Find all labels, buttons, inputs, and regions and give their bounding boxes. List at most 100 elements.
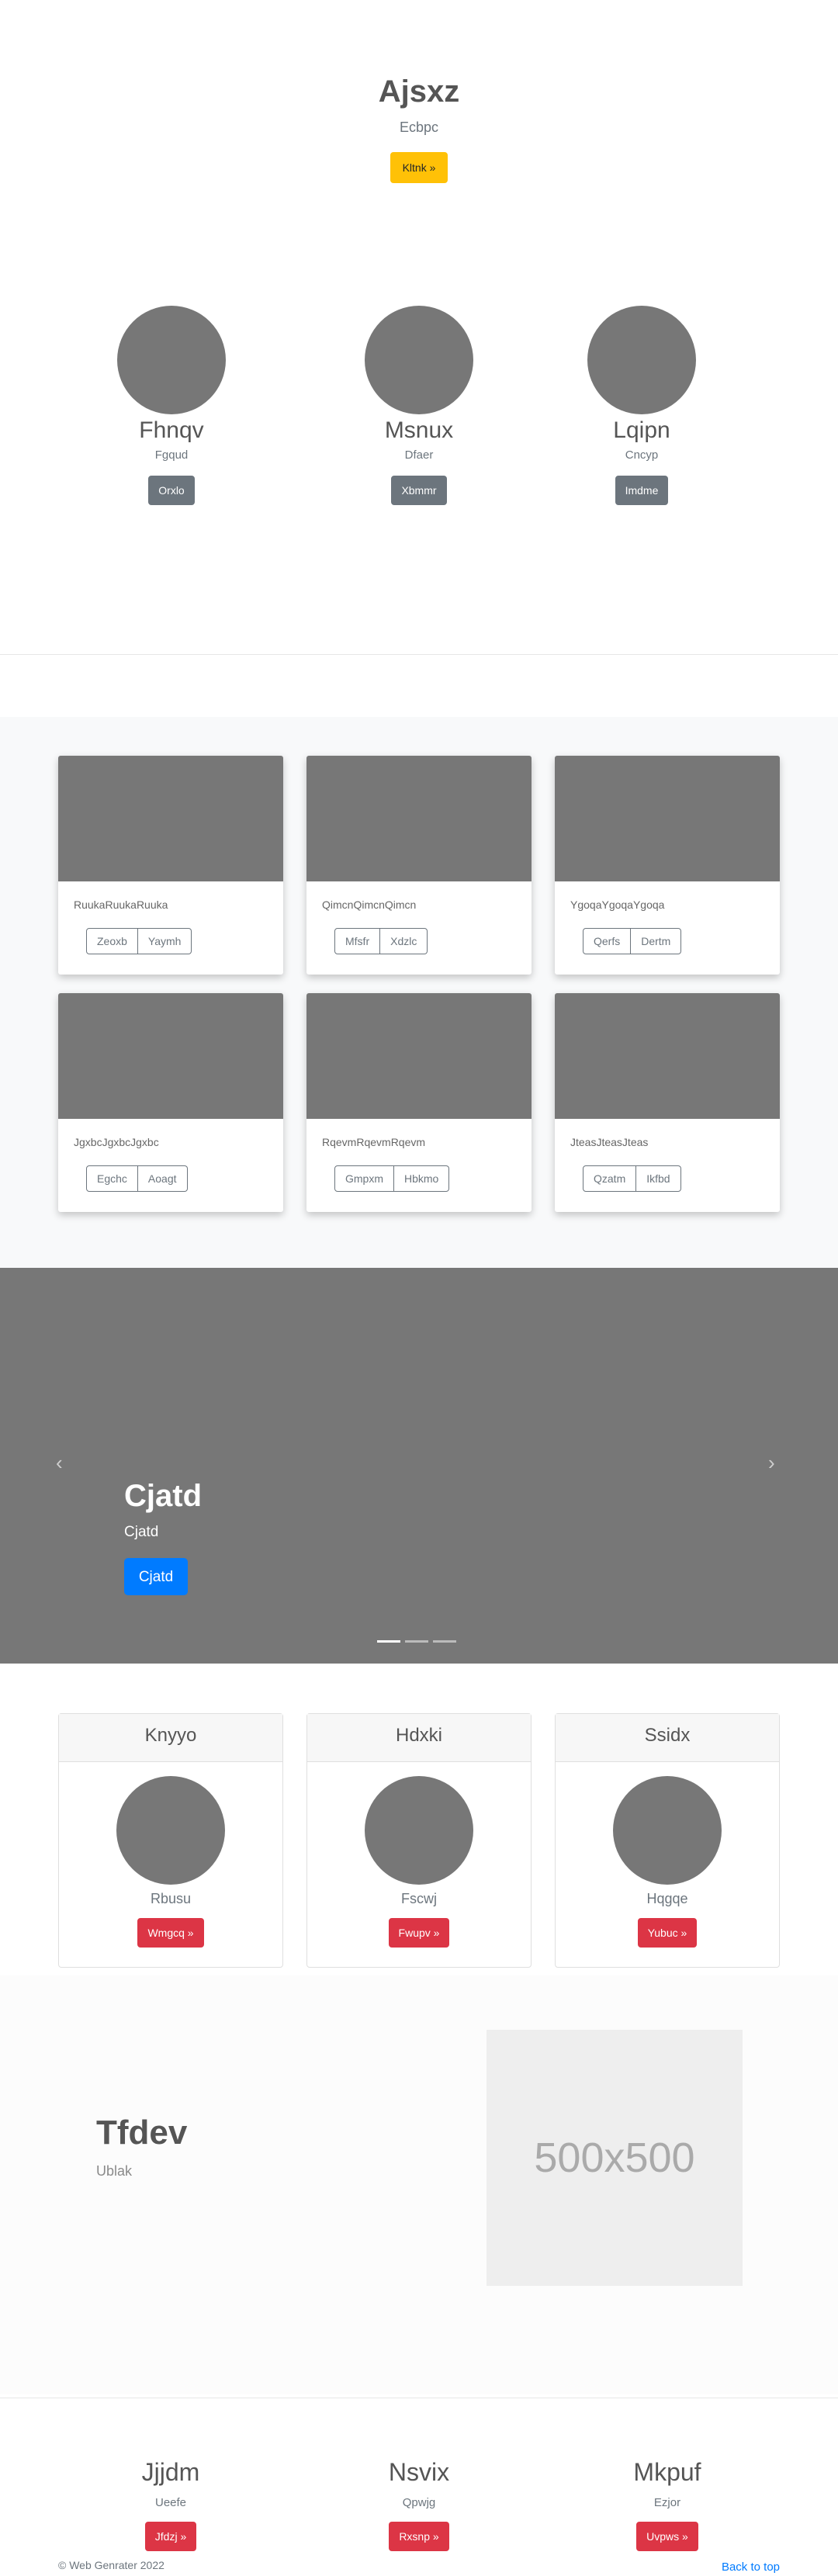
album-card: JteasJteasJteas Qzatm Ikfbd	[555, 993, 780, 1212]
album-card: YgoqaYgoqaYgoqa Qerfs Dertm	[555, 756, 780, 975]
bottom-column-text: Ueefe	[154, 2496, 187, 2509]
pricing-card-header: Ssidx	[556, 1714, 779, 1762]
back-to-top-link[interactable]: Back to top	[722, 2560, 780, 2574]
feature-text: Ublak	[96, 2163, 133, 2179]
card-text: JgxbcJgxbcJgxbc	[74, 1136, 159, 1148]
footer-copyright: © Web Genrater 2022	[58, 2559, 164, 2571]
profile-avatar	[587, 306, 696, 414]
album-card: QimcnQimcnQimcn Mfsfr Xdzlc	[306, 756, 532, 975]
card-button-edit[interactable]: Dertm	[631, 928, 682, 954]
card-text: JteasJteasJteas	[570, 1136, 649, 1148]
card-thumbnail	[555, 756, 780, 881]
pricing-card-label: Fscwj	[401, 1891, 437, 1906]
section-divider	[0, 654, 838, 655]
profile-card: Fhnqv Fgqud Orxlo	[109, 306, 234, 505]
pricing-card-header: Knyyo	[59, 1714, 282, 1762]
profile-avatar	[117, 306, 226, 414]
card-button-view[interactable]: Mfsfr	[334, 928, 381, 954]
carousel-button[interactable]: Cjatd	[124, 1558, 188, 1595]
carousel-indicator[interactable]	[433, 1640, 456, 1643]
pricing-card-button[interactable]: Fwupv »	[388, 1918, 450, 1948]
profile-name: Lqipn	[613, 417, 670, 443]
card-button-group: Zeoxb Yaymh	[86, 928, 192, 954]
carousel-caption-text: Cjatd	[124, 1524, 159, 1540]
card-button-group: Qzatm Ikfbd	[583, 1165, 681, 1192]
album-card: RuukaRuukaRuuka Zeoxb Yaymh	[58, 756, 283, 975]
pricing-card-label: Hqgqe	[646, 1891, 688, 1906]
card-button-view[interactable]: Egchc	[86, 1165, 138, 1192]
card-thumbnail	[555, 993, 780, 1119]
pricing-card-image	[116, 1776, 225, 1885]
profile-role: Dfaer	[404, 448, 434, 462]
carousel-next-icon[interactable]: ›	[768, 1451, 775, 1475]
carousel: ‹ › Cjatd Cjatd Cjatd	[0, 1268, 838, 1664]
card-text: QimcnQimcnQimcn	[322, 898, 417, 911]
placeholder-image: 500x500	[487, 2030, 743, 2286]
profile-avatar	[365, 306, 473, 414]
feature-section: Tfdev Ublak 500x500	[0, 1975, 838, 2394]
bottom-column-button[interactable]: Rxsnp »	[389, 2522, 449, 2551]
pricing-card: Ssidx Hqgqe Yubuc »	[555, 1713, 780, 1968]
card-button-edit[interactable]: Xdzlc	[380, 928, 428, 954]
pricing-card-image	[613, 1776, 722, 1885]
card-button-edit[interactable]: Yaymh	[137, 928, 192, 954]
pricing-card: Hdxki Fscwj Fwupv »	[306, 1713, 532, 1968]
card-button-group: Qerfs Dertm	[583, 928, 682, 954]
bottom-column-title: Nsvix	[388, 2458, 450, 2486]
card-thumbnail	[58, 993, 283, 1119]
feature-title: Tfdev	[96, 2114, 188, 2152]
bottom-column-title: Jjjdm	[141, 2458, 200, 2486]
profile-card: Lqipn Cncyp Imdme	[580, 306, 704, 505]
bottom-column-button[interactable]: Jfdzj »	[144, 2522, 197, 2551]
carousel-indicator[interactable]	[377, 1640, 400, 1643]
album-card: JgxbcJgxbcJgxbc Egchc Aoagt	[58, 993, 283, 1212]
bottom-column: Nsvix Qpwjg Rxsnp »	[349, 2458, 489, 2551]
bottom-column: Mkpuf Ezjor Uvpws »	[597, 2458, 737, 2551]
bottom-column-text: Ezjor	[653, 2496, 681, 2509]
carousel-caption-title: Cjatd	[124, 1479, 202, 1513]
profile-role: Fgqud	[154, 448, 189, 462]
card-text: RqevmRqevmRqevm	[322, 1136, 426, 1148]
pricing-card-button[interactable]: Yubuc »	[637, 1918, 698, 1948]
bottom-column-title: Mkpuf	[633, 2458, 701, 2486]
card-button-view[interactable]: Gmpxm	[334, 1165, 394, 1192]
card-button-edit[interactable]: Aoagt	[137, 1165, 188, 1192]
card-button-edit[interactable]: Ikfbd	[636, 1165, 681, 1192]
hero-subtitle: Ecbpc	[399, 119, 439, 135]
card-thumbnail	[306, 756, 532, 881]
hero-title: Ajsxz	[378, 74, 460, 109]
profile-card: Msnux Dfaer Xbmmr	[357, 306, 481, 505]
card-text: RuukaRuukaRuuka	[74, 898, 168, 911]
pricing-card-image	[365, 1776, 473, 1885]
card-button-group: Gmpxm Hbkmo	[334, 1165, 450, 1192]
card-thumbnail	[306, 993, 532, 1119]
album-card: RqevmRqevmRqevm Gmpxm Hbkmo	[306, 993, 532, 1212]
bottom-column: Jjjdm Ueefe Jfdzj »	[101, 2458, 241, 2551]
profile-name: Msnux	[384, 417, 454, 443]
album-section: RuukaRuukaRuuka Zeoxb Yaymh QimcnQimcnQi…	[0, 717, 838, 1268]
pricing-card-button[interactable]: Wmgcq »	[137, 1918, 204, 1948]
pricing-card: Knyyo Rbusu Wmgcq »	[58, 1713, 283, 1968]
card-button-group: Egchc Aoagt	[86, 1165, 188, 1192]
card-button-view[interactable]: Zeoxb	[86, 928, 138, 954]
bottom-column-button[interactable]: Uvpws »	[636, 2522, 698, 2551]
pricing-card-label: Rbusu	[150, 1891, 192, 1906]
pricing-card-header: Hdxki	[307, 1714, 531, 1762]
profile-name: Fhnqv	[139, 417, 204, 443]
card-button-edit[interactable]: Hbkmo	[394, 1165, 450, 1192]
card-text: YgoqaYgoqaYgoqa	[570, 898, 665, 911]
carousel-indicator[interactable]	[405, 1640, 428, 1643]
carousel-prev-icon[interactable]: ‹	[56, 1451, 63, 1475]
bottom-column-text: Qpwjg	[402, 2496, 436, 2509]
carousel-indicators	[377, 1640, 456, 1643]
profile-button[interactable]: Imdme	[615, 476, 669, 505]
hero-button[interactable]: Kltnk »	[390, 152, 448, 183]
card-button-group: Mfsfr Xdzlc	[334, 928, 428, 954]
profile-role: Cncyp	[625, 448, 659, 462]
profile-button[interactable]: Orxlo	[148, 476, 195, 505]
card-button-view[interactable]: Qzatm	[583, 1165, 637, 1192]
hero-section: Ajsxz Ecbpc Kltnk »	[0, 0, 838, 189]
profile-button[interactable]: Xbmmr	[391, 476, 447, 505]
card-button-view[interactable]: Qerfs	[583, 928, 632, 954]
card-thumbnail	[58, 756, 283, 881]
